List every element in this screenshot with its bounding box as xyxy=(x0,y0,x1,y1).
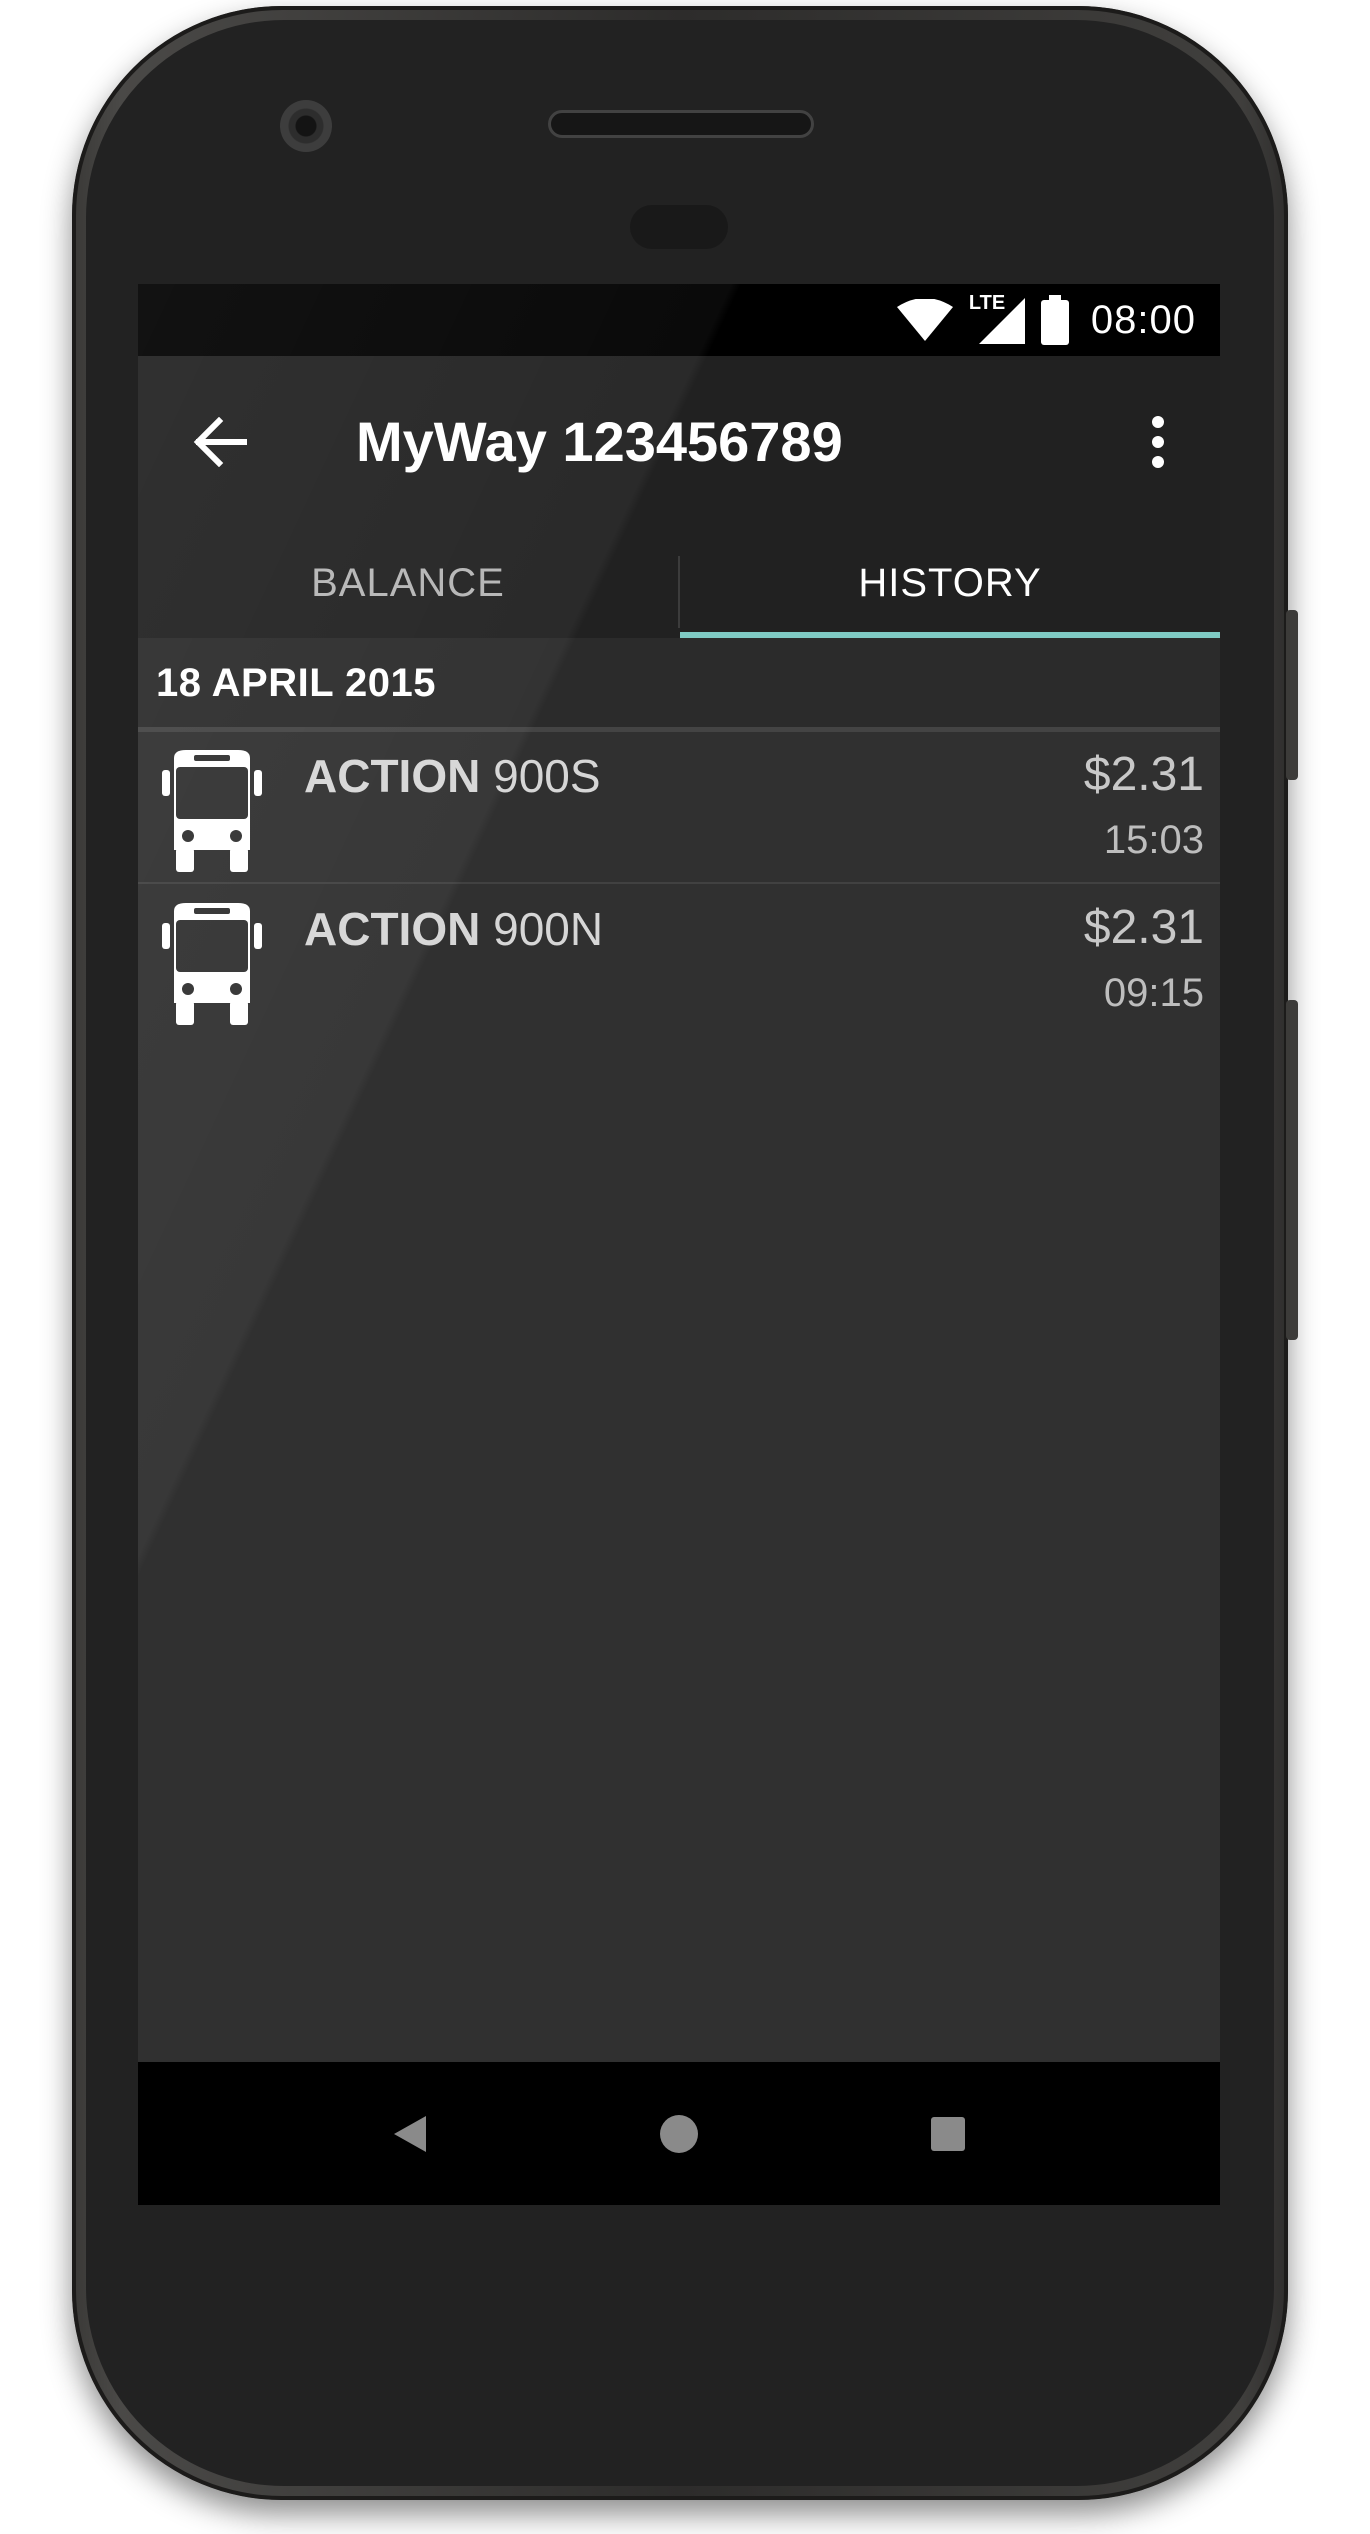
overflow-menu-button[interactable] xyxy=(1128,412,1188,472)
power-button xyxy=(1286,1000,1298,1340)
trip-fare: $2.31 xyxy=(1083,901,1204,954)
cell-signal-icon: LTE xyxy=(969,292,1025,344)
list-item[interactable]: ACTION 900S $2.31 15:03 xyxy=(138,732,1220,884)
back-button[interactable] xyxy=(190,412,250,472)
status-time: 08:00 xyxy=(1090,297,1196,342)
earpiece-speaker xyxy=(548,110,814,138)
list-item[interactable]: ACTION 900N $2.31 09:15 xyxy=(138,885,1220,1037)
wifi-icon xyxy=(896,299,953,341)
trip-route: ACTION 900S xyxy=(304,740,601,812)
tab-bar: BALANCE HISTORY xyxy=(138,528,1220,638)
tab-history[interactable]: HISTORY xyxy=(680,528,1220,638)
trip-route: ACTION 900N xyxy=(304,893,603,965)
tab-history-label: HISTORY xyxy=(858,560,1042,605)
trip-route-number: 900S xyxy=(493,750,601,802)
trip-agency: ACTION xyxy=(304,903,481,955)
app-bar: MyWay 123456789 xyxy=(138,356,1220,528)
nav-recents-button[interactable] xyxy=(912,2098,984,2170)
bus-icon xyxy=(162,750,262,872)
tab-balance-label: BALANCE xyxy=(311,560,505,605)
date-header-label: 18 APRIL 2015 xyxy=(156,661,436,705)
nav-recents-icon xyxy=(931,2117,965,2151)
page-title: MyWay 123456789 xyxy=(356,410,843,473)
arrow-back-icon xyxy=(193,417,247,467)
date-header: 18 APRIL 2015 xyxy=(138,638,1220,732)
nav-home-button[interactable] xyxy=(643,2098,715,2170)
bus-icon xyxy=(162,903,262,1025)
trip-route-number: 900N xyxy=(493,903,604,955)
trip-agency: ACTION xyxy=(304,750,481,802)
trip-time: 15:03 xyxy=(1103,818,1204,862)
screen: LTE 08:00 MyWay 123456789 BALANCE HISTOR… xyxy=(138,284,1220,2205)
front-camera xyxy=(280,100,332,152)
volume-button xyxy=(1286,610,1298,780)
nav-back-button[interactable] xyxy=(374,2098,446,2170)
nav-home-icon xyxy=(660,2115,698,2153)
proximity-sensor xyxy=(630,205,728,249)
navigation-bar xyxy=(138,2062,1220,2205)
network-type-label: LTE xyxy=(968,292,1006,314)
trip-time: 09:15 xyxy=(1103,971,1204,1015)
trip-fare: $2.31 xyxy=(1083,748,1204,801)
nav-back-icon xyxy=(394,2116,426,2152)
status-bar: LTE 08:00 xyxy=(138,284,1220,356)
tab-balance[interactable]: BALANCE xyxy=(138,528,678,638)
more-vert-icon xyxy=(1152,416,1164,468)
battery-icon xyxy=(1040,295,1069,345)
